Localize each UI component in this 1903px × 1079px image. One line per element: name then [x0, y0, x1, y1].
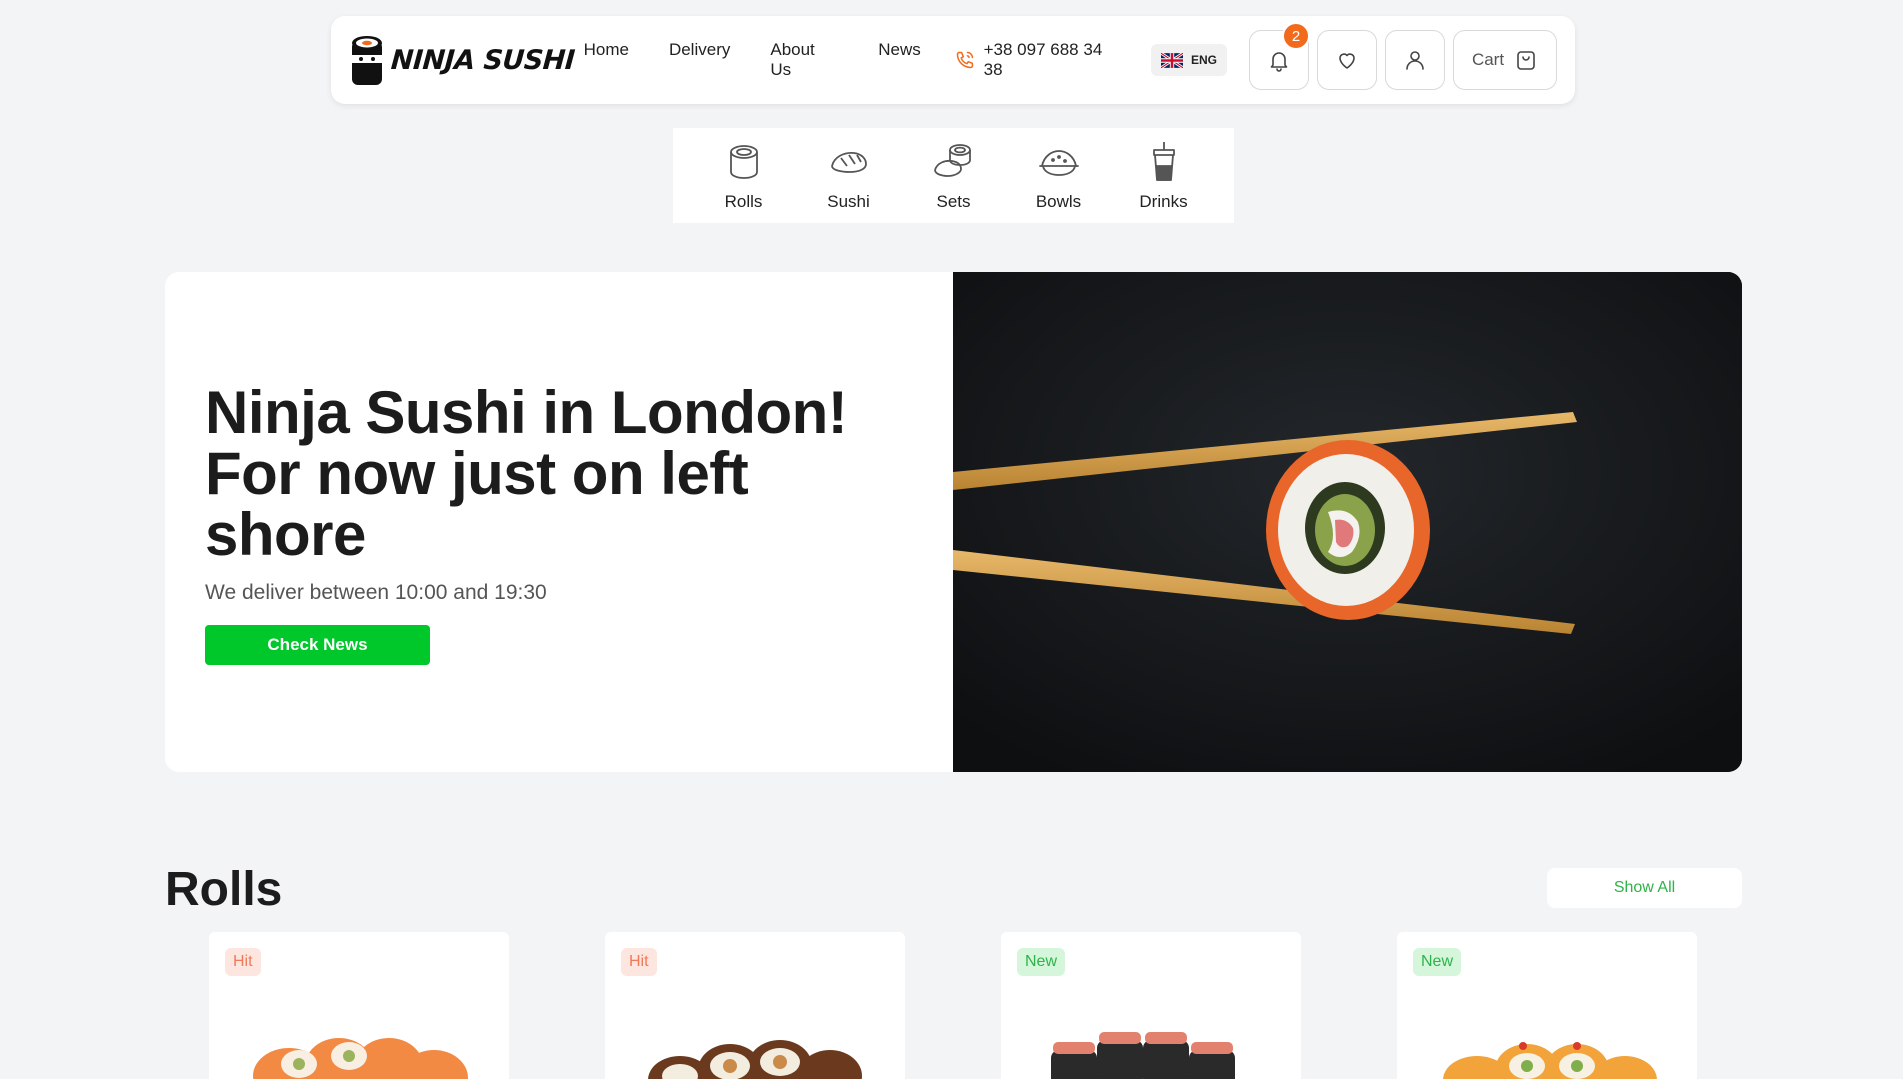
hero-subtitle: We deliver between 10:00 and 19:30	[205, 581, 547, 604]
header-actions: 2 Cart	[1249, 22, 1557, 90]
hero-title: Ninja Sushi in London! For now just on l…	[205, 382, 953, 565]
bell-icon	[1270, 52, 1288, 72]
check-news-button[interactable]: Check News	[205, 625, 430, 665]
favorites-button[interactable]	[1317, 30, 1377, 90]
hero-title-line: For now just on left	[205, 440, 749, 507]
account-button[interactable]	[1385, 30, 1445, 90]
product-image	[648, 1040, 862, 1079]
heart-icon	[1339, 53, 1355, 69]
category-label: Sets	[936, 191, 971, 211]
nav-delivery[interactable]: Delivery	[669, 40, 730, 80]
hero-text-panel: Ninja Sushi in London! For now just on l…	[165, 272, 953, 772]
category-drinks[interactable]: Drinks	[1119, 140, 1209, 212]
product-card[interactable]: New	[1397, 932, 1697, 1079]
logo-text: NINJA SUSHI	[389, 44, 576, 76]
category-rolls[interactable]: Rolls	[699, 140, 789, 212]
nav-about-us[interactable]: About Us	[770, 40, 838, 80]
phone-link[interactable]: +38 097 688 34 38	[955, 40, 1125, 80]
category-sets[interactable]: Sets	[909, 140, 999, 212]
hero-title-line: Ninja Sushi in London!	[205, 379, 848, 446]
category-label: Drinks	[1139, 191, 1188, 211]
drink-icon	[1152, 141, 1175, 181]
sushi-chopsticks-image	[953, 272, 1742, 772]
sets-icon	[933, 143, 971, 177]
language-code: ENG	[1190, 53, 1217, 67]
product-image	[1443, 1042, 1657, 1079]
cart-label: Cart	[1471, 50, 1505, 69]
language-selector[interactable]: ENG	[1150, 44, 1227, 76]
category-bar: Rolls Sushi Sets Bowls Drinks	[673, 128, 1234, 223]
product-tag: New	[1413, 948, 1462, 976]
category-label: Rolls	[724, 191, 763, 211]
product-card[interactable]: Hit	[209, 932, 509, 1079]
hero-image	[953, 272, 1742, 772]
site-header: NINJA SUSHI Home Delivery About Us News …	[331, 16, 1575, 104]
product-card[interactable]: New	[1001, 932, 1301, 1079]
main-nav: Home Delivery About Us News	[584, 40, 921, 80]
hero-title-line: shore	[205, 501, 366, 568]
product-tag: Hit	[225, 948, 261, 976]
phone-icon	[956, 51, 973, 69]
category-sushi[interactable]: Sushi	[804, 140, 894, 212]
nav-news[interactable]: News	[878, 40, 921, 80]
bowl-icon	[1038, 149, 1079, 176]
logo[interactable]: NINJA SUSHI	[349, 33, 578, 87]
product-tag: New	[1017, 948, 1066, 976]
user-icon	[1406, 51, 1424, 70]
show-all-button[interactable]: Show All	[1547, 868, 1742, 908]
nav-home[interactable]: Home	[584, 40, 629, 80]
rolls-product-list: Hit Hit New New	[209, 932, 1697, 1079]
hero-banner: Ninja Sushi in London! For now just on l…	[165, 272, 1742, 772]
category-bowls[interactable]: Bowls	[1014, 140, 1104, 212]
shopping-bag-icon	[1517, 51, 1535, 70]
rolls-section-title: Rolls	[165, 863, 283, 916]
notification-count-badge: 2	[1282, 22, 1310, 50]
product-card[interactable]: Hit	[605, 932, 905, 1079]
category-label: Bowls	[1035, 191, 1082, 211]
ninja-logo-icon	[352, 36, 382, 85]
phone-number: +38 097 688 34 38	[983, 40, 1103, 79]
product-image	[1051, 1032, 1235, 1079]
product-image	[253, 1038, 468, 1079]
roll-icon	[729, 144, 758, 179]
uk-flag-icon	[1160, 52, 1183, 68]
category-label: Sushi	[827, 191, 870, 211]
notifications-button[interactable]: 2	[1249, 22, 1310, 90]
cart-button[interactable]: Cart	[1453, 30, 1557, 90]
sushi-icon	[830, 151, 867, 173]
product-tag: Hit	[621, 948, 657, 976]
